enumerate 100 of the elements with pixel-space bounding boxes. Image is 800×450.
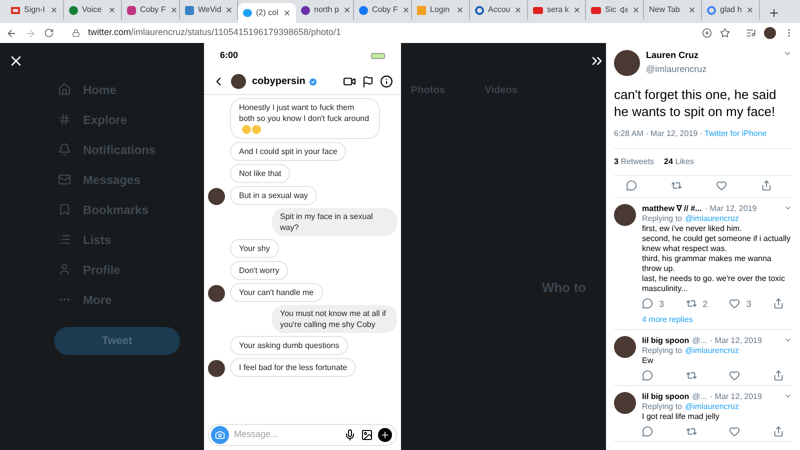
url-text[interactable]: twitter.com/imlaurencruz/status/1105415196179398658/photo/1 xyxy=(88,26,694,40)
close-icon[interactable] xyxy=(225,6,234,14)
browser-tab[interactable]: Voice xyxy=(64,0,122,20)
author-name[interactable]: Lauren Cruz xyxy=(646,49,777,62)
plus-icon xyxy=(380,430,390,440)
reply-author[interactable]: matthew ∇ // #... xyxy=(642,204,702,214)
plus-button[interactable] xyxy=(378,428,392,442)
tab-title: Voice xyxy=(82,4,103,16)
close-icon[interactable] xyxy=(688,6,696,14)
close-icon[interactable] xyxy=(108,6,116,14)
replying-label: Replying to xyxy=(642,214,682,224)
reload-icon[interactable] xyxy=(44,28,54,38)
chevron-down-icon[interactable] xyxy=(783,49,792,58)
browser-tab[interactable]: glad h xyxy=(702,0,760,20)
circle-logo-icon xyxy=(359,6,368,14)
received-message: And I could spit in your face xyxy=(230,142,346,161)
reply-icon[interactable] xyxy=(642,298,653,309)
camera-button[interactable] xyxy=(211,426,229,444)
reply-count: 3 xyxy=(659,298,664,308)
reply-author[interactable]: lil big spoon xyxy=(642,336,690,346)
close-icon[interactable] xyxy=(632,6,640,14)
close-icon[interactable] xyxy=(572,6,581,14)
reply-date: · Mar 12, 2019 xyxy=(710,392,763,402)
profile-avatar xyxy=(764,27,776,39)
like-stat[interactable]: 24 Likes xyxy=(664,156,694,168)
browser-tab[interactable]: Sic xyxy=(586,0,644,20)
browser-tab[interactable]: Coby F xyxy=(122,0,180,20)
retweet-icon[interactable] xyxy=(686,426,697,437)
reply-author[interactable]: lil big spoon xyxy=(642,392,690,402)
close-icon[interactable] xyxy=(514,6,522,14)
reply-text: first, ew i've never liked him. second, he could get someone if i actually knew what respect was. third, his grammar makes me wanna throw up. last, he needs to go. we're over the toxic masculinity... xyxy=(642,224,792,294)
tab-title: Accou xyxy=(488,4,510,16)
image-icon[interactable] xyxy=(361,429,373,441)
close-icon[interactable] xyxy=(402,6,410,14)
tab-title: Sign-I xyxy=(24,4,46,16)
chevron-down-icon[interactable] xyxy=(784,204,792,212)
close-icon[interactable] xyxy=(456,6,464,14)
close-icon[interactable] xyxy=(342,6,351,14)
retweet-icon[interactable] xyxy=(686,370,697,381)
close-icon[interactable] xyxy=(170,6,178,14)
close-icon[interactable] xyxy=(746,6,754,14)
retweet-icon[interactable] xyxy=(671,180,682,191)
tweet-text: can't forget this one, he said he wants to spit on my face! xyxy=(614,86,778,120)
browser-tab[interactable]: New Tab xyxy=(644,0,702,20)
heart-icon[interactable] xyxy=(729,370,740,381)
received-message: I feel bad for the less fortunate xyxy=(230,358,356,377)
browser-tab[interactable]: north p xyxy=(296,0,354,20)
replying-label: Replying to xyxy=(642,402,682,412)
share-icon[interactable] xyxy=(772,370,784,381)
reply-text: Ew xyxy=(642,356,654,366)
plus-circle-icon[interactable] xyxy=(702,28,712,38)
info-icon[interactable] xyxy=(380,75,393,88)
browser-tab[interactable]: Login xyxy=(412,0,470,20)
video-call-icon[interactable] xyxy=(343,75,356,88)
sent-message: Spit in my face in a sexual way? xyxy=(272,208,397,236)
reply-text: I got real life mad jelly xyxy=(642,412,720,422)
square-logo-icon xyxy=(417,6,426,14)
star-icon[interactable] xyxy=(720,28,730,38)
tab-title: New Tab xyxy=(649,4,681,16)
browser-tab[interactable]: Sign-I xyxy=(6,0,64,20)
chevron-down-icon[interactable] xyxy=(784,392,792,400)
message-placeholder: Message... xyxy=(234,428,280,442)
browser-tab[interactable]: Accou xyxy=(470,0,528,20)
tab-title: WeVid xyxy=(198,4,222,16)
reply-icon[interactable] xyxy=(642,370,653,381)
browser-tab[interactable]: (2) col xyxy=(238,3,296,23)
retweet-stat[interactable]: 3 Retweets xyxy=(614,156,654,168)
received-message: Don't worry xyxy=(230,261,288,280)
heart-icon[interactable] xyxy=(729,298,740,309)
author-avatar xyxy=(614,50,640,76)
hash-icon xyxy=(58,113,71,126)
lock-icon xyxy=(72,29,80,37)
tab-title: sera k xyxy=(547,4,569,16)
replying-label: Replying to xyxy=(642,346,682,356)
flag-icon[interactable] xyxy=(362,76,374,88)
browser-tab[interactable]: sera k xyxy=(528,0,586,20)
back-icon[interactable] xyxy=(6,28,17,38)
reply-avatar xyxy=(614,204,636,226)
received-message: Your shy xyxy=(230,239,279,258)
received-message: Honestly I just want to fuck them both so you know I don't fuck around xyxy=(230,98,380,139)
reply-icon[interactable] xyxy=(642,426,653,437)
received-message: Not like that xyxy=(230,164,290,183)
share-icon[interactable] xyxy=(761,180,772,191)
close-icon[interactable] xyxy=(50,6,58,14)
share-icon[interactable] xyxy=(772,426,784,437)
battery-icon xyxy=(371,53,385,59)
heart-icon[interactable] xyxy=(716,180,727,191)
heart-icon[interactable] xyxy=(729,426,740,437)
tweet-timestamp: 6:28 AM · Mar 12, 2019 · xyxy=(614,128,702,140)
reply-icon[interactable] xyxy=(626,180,637,191)
media-list-icon[interactable] xyxy=(746,28,756,38)
retweet-icon[interactable] xyxy=(686,298,697,309)
close-icon[interactable] xyxy=(283,9,291,17)
reply-avatar xyxy=(614,392,636,414)
browser-tab[interactable]: Coby F xyxy=(354,0,412,20)
tab-title: Coby F xyxy=(140,4,166,16)
chevron-down-icon[interactable] xyxy=(784,336,792,344)
new-tab-icon[interactable] xyxy=(768,7,780,19)
microphone-icon[interactable] xyxy=(344,429,356,441)
share-icon[interactable] xyxy=(772,298,784,309)
